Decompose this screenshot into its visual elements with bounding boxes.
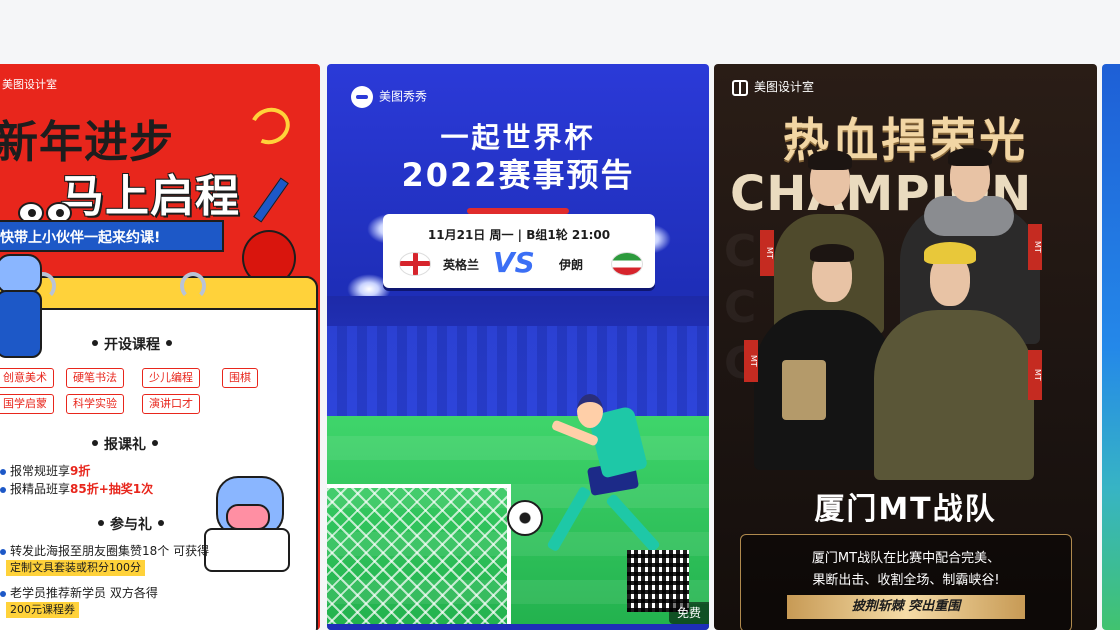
binder-ring-icon [180,272,206,300]
england-flag-icon [399,252,431,276]
template-card-worldcup[interactable]: 美图秀秀 一起世界杯 2022赛事预告 11月21日 周一 | B组1轮 21:… [327,64,709,630]
top-spacer [0,0,1120,64]
template-card-esports[interactable]: 美图设计室 热血捍荣光 CCC CHAMPION MT MT MT MT 厦门M… [714,64,1097,630]
meitu-design-logo-icon [732,79,748,96]
paper-bag-prop [782,360,826,420]
member-side-tag: MT [1028,224,1042,270]
match-date: 11月21日 周一 | B组1轮 21:00 [427,228,611,242]
join-coupon: 定制文具套装或积分100分 [6,560,145,576]
promo-banner-text: 快带上小伙伴一起来约课! [0,230,161,246]
template-card-partial[interactable] [1102,64,1120,630]
card-bottom-bar [327,624,709,630]
team-slogan: 披荆斩棘 突出重围 [787,595,1025,619]
goal-net [327,484,511,630]
team-member-photo [810,244,854,262]
match-card: 11月21日 周一 | B组1轮 21:00 英格兰 VS 伊朗 [383,214,655,288]
section-title-join: 参与礼 [92,514,170,534]
poster-title-2: 2022赛事预告 [401,156,635,194]
football-icon [507,500,543,536]
team-member-photo [808,150,852,170]
team-away: 伊朗 [559,258,584,272]
member-side-tag: MT [760,230,774,276]
player-illustration [577,394,603,428]
team-home: 英格兰 [443,258,480,272]
course-tag: 围棋 [222,368,258,388]
template-card-education[interactable]: 美图设计室 新年进步 马上启程 快带上小伙伴一起来约课! 开设课程 创意美术 硬… [0,64,320,630]
iran-flag-icon [611,252,643,276]
join-line: 老学员推荐新学员 双方各得 [0,584,158,601]
pencil-icon [253,177,289,223]
team-info-box: 厦门MT战队在比赛中配合完美、 果断出击、收割全场、制霸峡谷! 披荆斩棘 突出重… [740,534,1072,630]
headline-line-2: 马上启程 [60,171,240,222]
promo-banner: 快带上小伙伴一起来约课! [0,220,224,252]
yellow-cap [924,242,976,264]
free-badge: 免费 [668,602,709,624]
member-side-tag: MT [1028,350,1042,400]
join-coupon: 200元课程券 [6,602,79,618]
eyes-icon [18,202,78,224]
course-tag: 科学实验 [66,394,124,414]
team-desc-line: 果断出击、收割全场、制霸峡谷! [812,573,1000,588]
meitu-logo-icon [351,86,373,108]
vs-label: VS [493,246,535,279]
join-line: 转发此海报至朋友圈集赞18个 可获得 [0,542,209,559]
stadium-stands [327,296,709,416]
team-desc-line: 厦门MT战队在比赛中配合完美、 [811,551,1001,566]
team-member-photo [924,196,1014,236]
course-tag: 硬笔书法 [66,368,124,388]
card-brand: 美图设计室 [732,78,814,96]
section-title-courses: 开设课程 [86,334,178,354]
course-tag: 少儿编程 [142,368,200,388]
team-member-photo [948,148,992,166]
mascot-reading-illustration [204,476,294,586]
mascot-illustration [0,254,44,358]
course-tag: 演讲口才 [142,394,200,414]
card-brand: 美图设计室 [2,78,57,91]
team-member-photo [874,310,1034,480]
course-tag: 创意美术 [0,368,54,388]
gift-line: 报常规班享9折 [0,462,90,479]
member-side-tag: MT [744,340,758,382]
section-title-gift: 报课礼 [86,434,164,454]
swirl-decoration-icon [245,102,295,150]
card-brand: 美图秀秀 [351,86,427,108]
gift-line: 报精品班享85折+抽奖1次 [0,480,153,497]
poster-title: 热血捍荣光 [783,113,1028,167]
course-tag: 国学启蒙 [0,394,54,414]
team-name: 厦门MT战队 [814,492,997,527]
